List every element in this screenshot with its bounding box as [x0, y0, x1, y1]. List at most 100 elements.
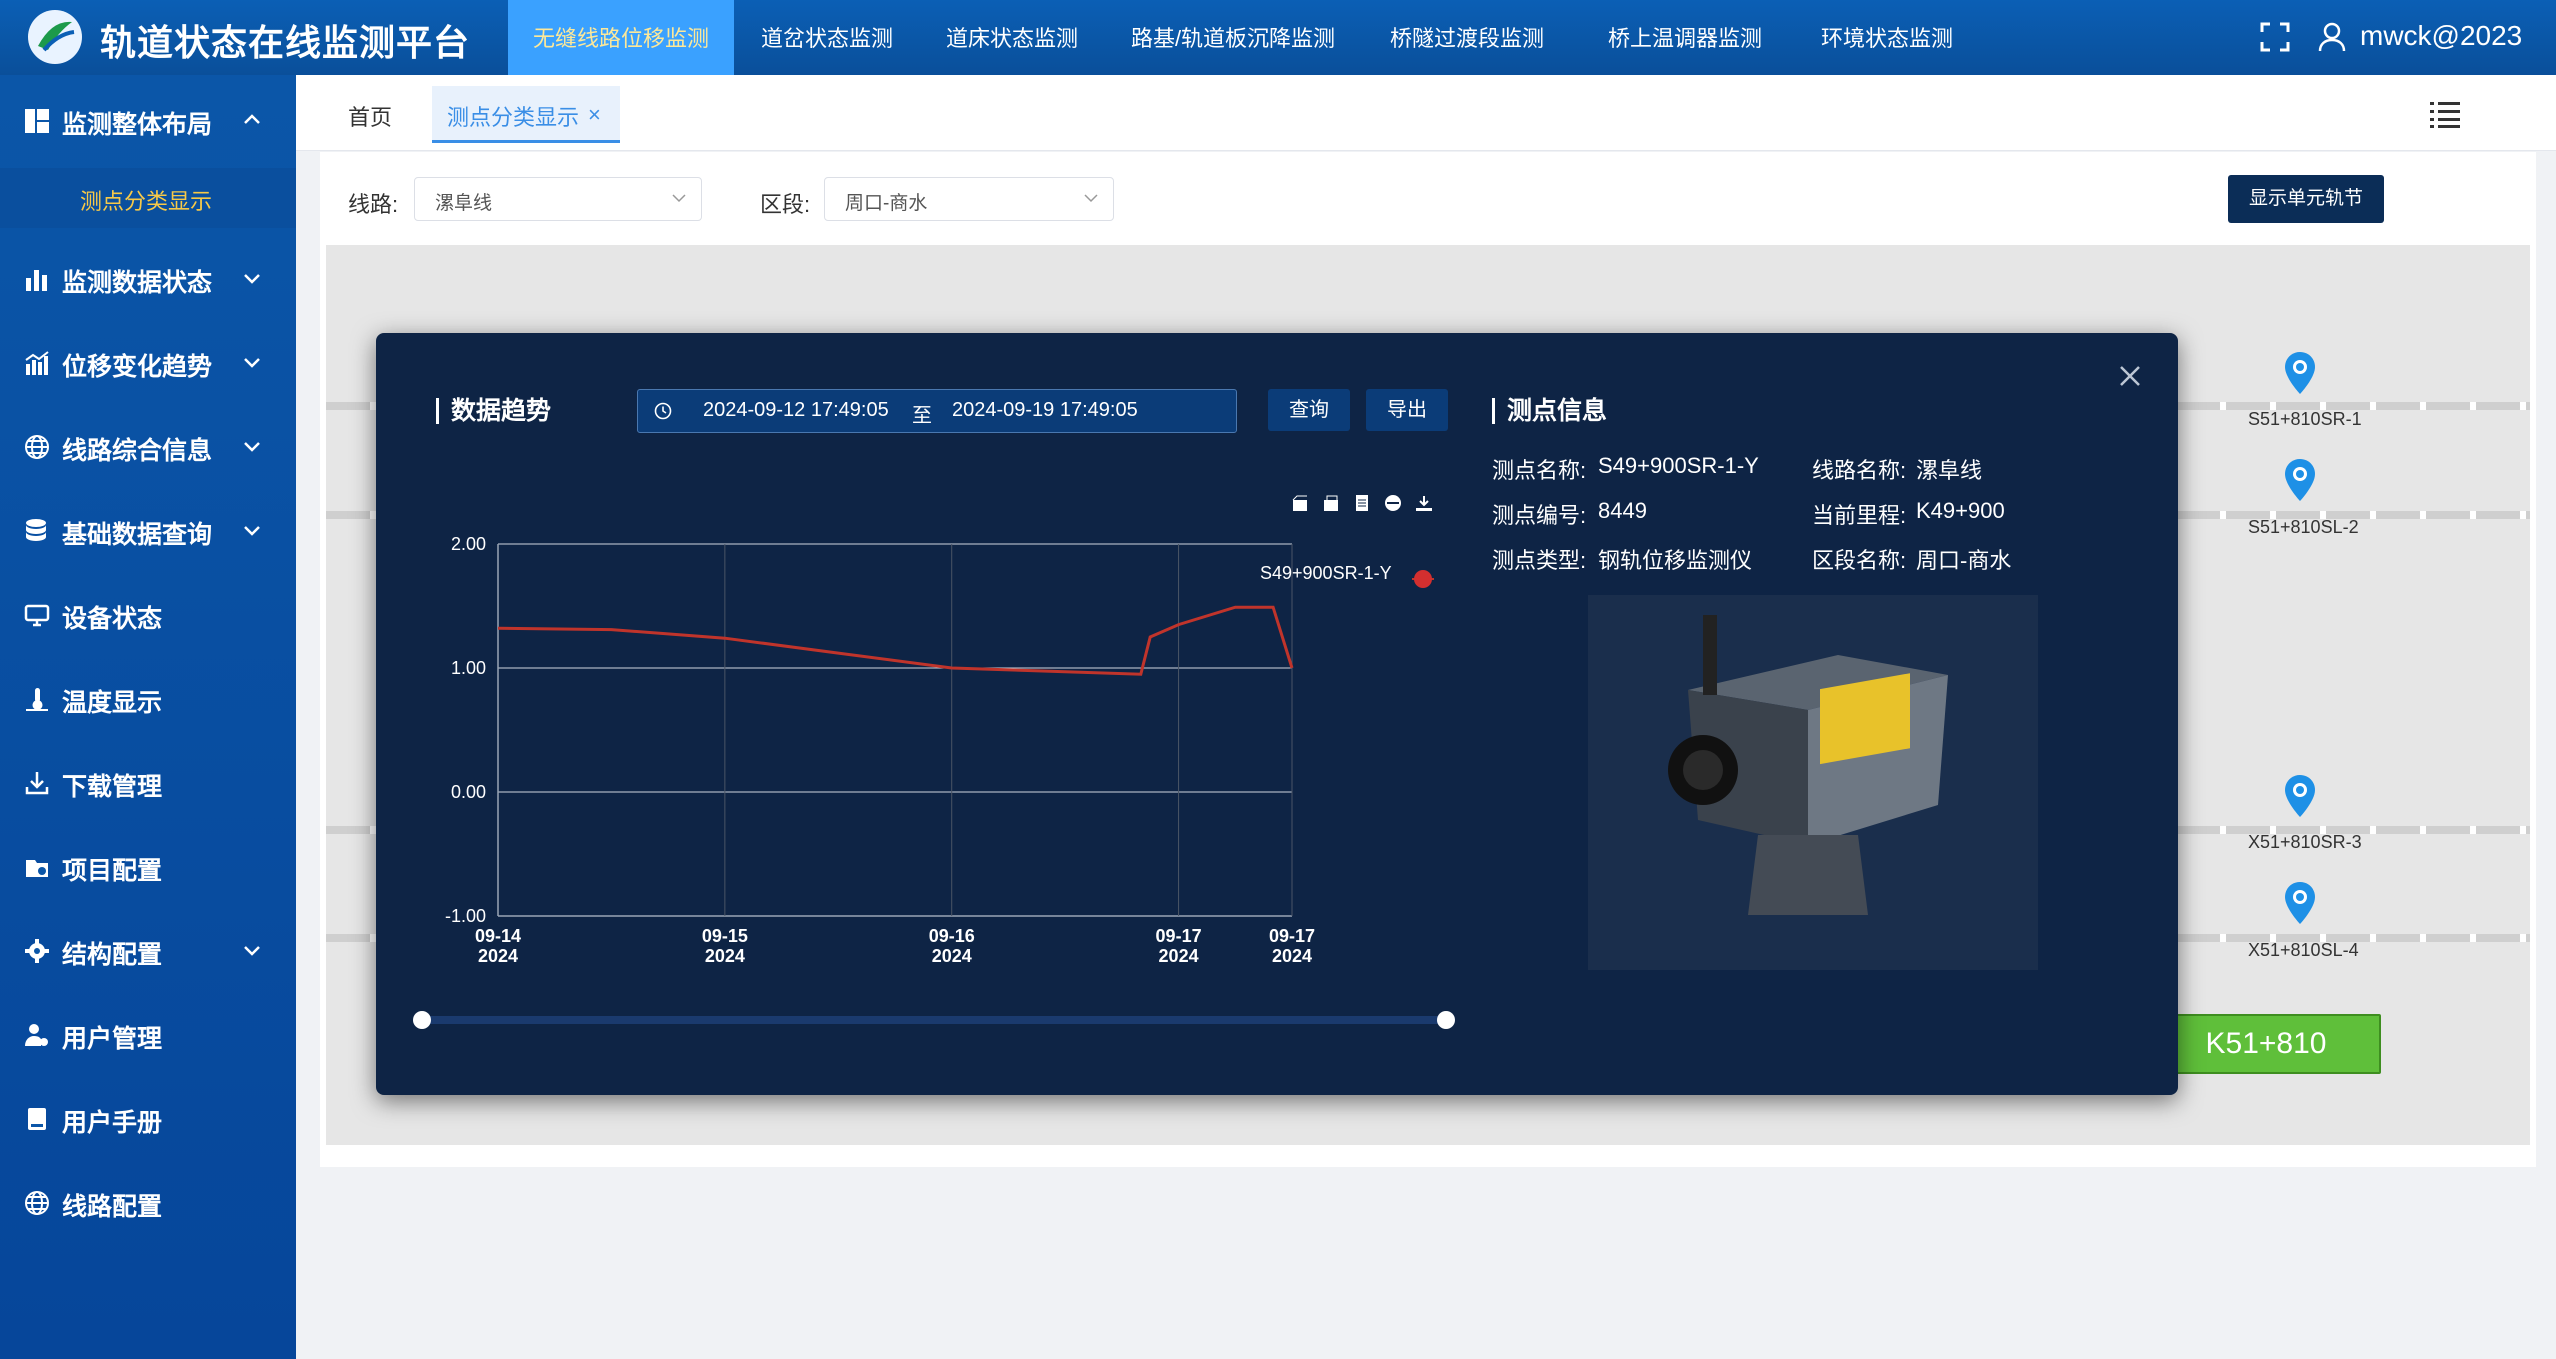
sidebar-item-structure-config[interactable]: 结构配置 — [0, 920, 296, 980]
app-title: 轨道状态在线监测平台 — [100, 22, 471, 63]
y-tick-label: 1.00 — [451, 658, 486, 678]
x-tick-label: 09-14 — [475, 926, 521, 946]
date-separator: 至 — [912, 405, 932, 427]
line-select[interactable]: 漯阜线 — [414, 177, 702, 221]
sidebar-item-line-info[interactable]: 线路综合信息 — [0, 416, 296, 476]
sidebar-subitem-point-classification[interactable]: 测点分类显示 — [80, 184, 212, 216]
nav-seamless-line[interactable]: 无缝线路位移监测 — [508, 0, 734, 75]
location-marker-icon[interactable] — [2283, 880, 2317, 926]
sidebar-item-user-manual[interactable]: 用户手册 — [0, 1088, 296, 1148]
bar-chart-icon — [24, 266, 50, 292]
x-tick-label: 09-16 — [929, 926, 975, 946]
info-line-key: 线路名称: — [1812, 458, 1907, 483]
chevron-down-icon — [240, 938, 264, 962]
marker-label: X51+810SR-3 — [2248, 832, 2362, 852]
user-settings-icon — [24, 1022, 50, 1048]
nav-environment[interactable]: 环境状态监测 — [1800, 0, 1974, 75]
info-section-value: 周口-商水 — [1916, 548, 2012, 573]
restore-icon[interactable] — [1384, 494, 1402, 512]
x-tick-label: 2024 — [932, 946, 972, 966]
tab-home[interactable]: 首页 — [348, 100, 392, 132]
nav-subgrade[interactable]: 路基/轨道板沉降监测 — [1120, 0, 1346, 75]
data-zoom-slider[interactable] — [420, 1016, 1450, 1024]
save-image-icon[interactable] — [1415, 494, 1433, 512]
chevron-down-icon — [240, 434, 264, 458]
location-marker-icon[interactable] — [2283, 457, 2317, 503]
line-label: 线路: — [348, 192, 399, 217]
data-view-icon[interactable] — [1353, 494, 1371, 512]
export-button[interactable]: 导出 — [1366, 389, 1448, 431]
sidebar-item-layout[interactable]: 监测整体布局 — [0, 90, 296, 150]
sidebar-item-user-management[interactable]: 用户管理 — [0, 1004, 296, 1064]
folder-config-icon — [24, 854, 50, 880]
tab-label[interactable]: 测点分类显示 — [447, 100, 579, 132]
sidebar-item-temperature[interactable]: 温度显示 — [0, 668, 296, 728]
book-icon — [24, 1106, 50, 1132]
trend-section-title: 数据趋势 — [436, 398, 551, 424]
nav-switch[interactable]: 道岔状态监测 — [740, 0, 914, 75]
info-type-key: 测点类型: — [1492, 548, 1587, 573]
tab-close-icon[interactable]: × — [588, 102, 601, 128]
date-start-input[interactable]: 2024-09-12 17:49:05 — [703, 399, 889, 422]
date-end-input[interactable]: 2024-09-19 17:49:05 — [952, 399, 1138, 422]
tab-bar — [296, 75, 2556, 151]
location-marker-icon[interactable] — [2283, 773, 2317, 819]
device-photo — [1588, 595, 2038, 970]
show-unit-rail-button[interactable]: 显示单元轨节 — [2228, 175, 2384, 223]
legend-series-label: S49+900SR-1-Y — [1260, 563, 1392, 583]
info-code-value: 8449 — [1598, 498, 1647, 523]
layout-icon — [24, 108, 50, 134]
sidebar-item-basic-data[interactable]: 基础数据查询 — [0, 500, 296, 560]
station-box-current[interactable]: K51+810 — [2151, 1014, 2381, 1074]
series-line — [497, 605, 1294, 676]
section-select[interactable]: 周口-商水 — [824, 177, 1114, 221]
user-icon[interactable] — [2318, 22, 2346, 52]
list-menu-icon[interactable] — [2430, 100, 2460, 128]
y-tick-label: -1.00 — [445, 906, 486, 926]
sidebar-item-download[interactable]: 下载管理 — [0, 752, 296, 812]
info-name-key: 测点名称: — [1492, 458, 1587, 483]
nav-bridge-tunnel[interactable]: 桥隧过渡段监测 — [1372, 0, 1562, 75]
chevron-up-icon — [240, 108, 264, 132]
info-section-title: 测点信息 — [1492, 398, 1607, 424]
slider-handle-start[interactable] — [413, 1011, 431, 1029]
database-icon — [24, 518, 50, 544]
slider-handle-end[interactable] — [1437, 1011, 1455, 1029]
sidebar-item-device-status[interactable]: 设备状态 — [0, 584, 296, 644]
info-mileage-key: 当前里程: — [1812, 503, 1907, 528]
sidebar-item-trend[interactable]: 位移变化趋势 — [0, 332, 296, 392]
close-icon[interactable] — [2118, 364, 2142, 388]
info-code-key: 测点编号: — [1492, 503, 1587, 528]
location-marker-icon[interactable] — [2283, 350, 2317, 396]
y-tick-label: 0.00 — [451, 782, 486, 802]
info-name-value: S49+900SR-1-Y — [1598, 453, 1759, 478]
globe-icon — [24, 434, 50, 460]
query-button[interactable]: 查询 — [1268, 389, 1350, 431]
sidebar-item-line-config[interactable]: 线路配置 — [0, 1172, 296, 1232]
logo-icon — [28, 10, 82, 64]
info-mileage-value: K49+900 — [1916, 498, 2005, 523]
chevron-down-icon — [240, 518, 264, 542]
monitor-icon — [24, 602, 50, 628]
x-tick-label: 2024 — [1159, 946, 1199, 966]
clock-icon — [654, 402, 672, 420]
nav-temperature-adjuster[interactable]: 桥上温调器监测 — [1590, 0, 1780, 75]
fullscreen-icon[interactable] — [2260, 22, 2290, 52]
section-label: 区段: — [760, 192, 811, 217]
x-tick-label: 09-15 — [702, 926, 748, 946]
trend-chart: 2.001.000.00-1.0009-14202409-15202409-16… — [445, 534, 1315, 966]
nav-track-bed[interactable]: 道床状态监测 — [925, 0, 1099, 75]
sidebar-item-project-config[interactable]: 项目配置 — [0, 836, 296, 896]
trend-chart-icon — [24, 350, 50, 376]
x-tick-label: 2024 — [478, 946, 518, 966]
info-line-value: 漯阜线 — [1916, 458, 1983, 483]
x-tick-label: 2024 — [705, 946, 745, 966]
sidebar-item-data-status[interactable]: 监测数据状态 — [0, 248, 296, 308]
globe-icon — [24, 1190, 50, 1216]
marker-label: S51+810SL-2 — [2248, 517, 2359, 537]
info-type-value: 钢轨位移监测仪 — [1598, 548, 1753, 573]
chevron-down-icon — [671, 190, 687, 206]
username[interactable]: mwck@2023 — [2360, 20, 2522, 52]
marker-label: X51+810SL-4 — [2248, 940, 2359, 960]
legend-marker-icon[interactable] — [1412, 568, 1434, 590]
